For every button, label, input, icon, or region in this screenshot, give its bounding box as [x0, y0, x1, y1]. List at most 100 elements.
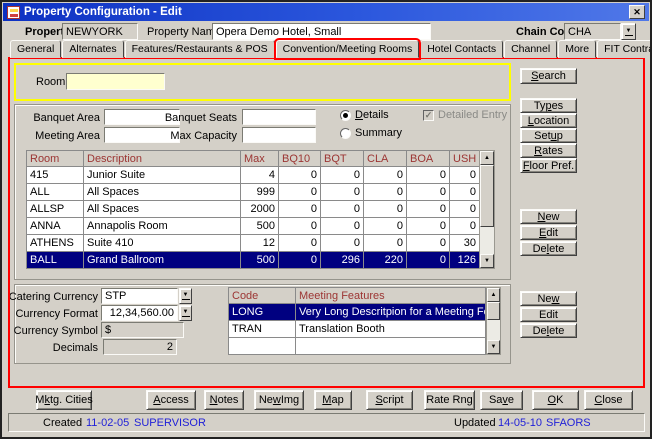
- details-radio[interactable]: Details: [340, 109, 389, 121]
- mktg-cities-button[interactable]: Mktg. Cities: [36, 390, 92, 410]
- cell-code: [229, 338, 296, 355]
- cell-feature: Translation Booth: [296, 321, 486, 338]
- features-new-button[interactable]: New: [520, 291, 577, 306]
- updated-date: 14-05-10: [498, 417, 542, 429]
- setup-button[interactable]: Setup: [520, 128, 577, 143]
- location-button[interactable]: Location: [520, 113, 577, 128]
- cell-room: ATHENS: [27, 235, 84, 252]
- cell-cla: 0: [364, 184, 407, 201]
- cell-ush: 126: [450, 252, 480, 269]
- scroll-down-icon[interactable]: ▼: [487, 340, 500, 354]
- details-radio-label: Details: [355, 109, 389, 121]
- rate-rng-button[interactable]: Rate Rng: [424, 390, 475, 410]
- close-button[interactable]: Close: [584, 390, 633, 410]
- table-row[interactable]: ALL All Spaces 999 0 0 0 0 0: [27, 184, 480, 201]
- notes-button[interactable]: Notes: [204, 390, 244, 410]
- table-row[interactable]: ALLSP All Spaces 2000 0 0 0 0 0: [27, 201, 480, 218]
- cell-bqt: 296: [321, 252, 364, 269]
- catering-currency-label: Catering Currency: [8, 291, 98, 304]
- tab-general[interactable]: General: [10, 40, 61, 58]
- table-row-selected[interactable]: BALL Grand Ballroom 500 0 296 220 0 126: [27, 252, 480, 269]
- chain-code-field[interactable]: [564, 23, 621, 40]
- save-button[interactable]: Save: [480, 390, 523, 410]
- cell-boa: 0: [407, 218, 450, 235]
- features-table-scrollbar[interactable]: ▲ ▼: [486, 287, 501, 355]
- detailed-entry-label: Detailed Entry: [438, 109, 507, 121]
- cell-bq10: 0: [279, 201, 321, 218]
- max-capacity-field[interactable]: [242, 127, 316, 143]
- cell-ush: 30: [450, 235, 480, 252]
- currency-symbol-field: [101, 322, 184, 338]
- updated-label: Updated: [454, 417, 496, 429]
- rates-button[interactable]: Rates: [520, 143, 577, 158]
- banquet-area-label: Banquet Area: [14, 112, 100, 125]
- map-button[interactable]: Map: [314, 390, 352, 410]
- cell-room: BALL: [27, 252, 84, 269]
- tab-fit-contracts[interactable]: FIT Contracts: [597, 40, 652, 58]
- col-header-cla: CLA: [364, 151, 407, 167]
- table-row[interactable]: ATHENS Suite 410 12 0 0 0 0 30: [27, 235, 480, 252]
- cell-boa: 0: [407, 201, 450, 218]
- floor-pref-button[interactable]: Floor Pref.: [520, 158, 577, 173]
- cell-feature: [296, 338, 486, 355]
- features-delete-button[interactable]: Delete: [520, 323, 577, 338]
- currency-format-field[interactable]: [101, 305, 178, 321]
- cell-ush: 0: [450, 167, 480, 184]
- cell-max: 999: [241, 184, 279, 201]
- cell-max: 500: [241, 218, 279, 235]
- meeting-features-table: Code Meeting Features LONG Very Long Des…: [228, 287, 486, 355]
- table-row-selected[interactable]: LONG Very Long Descritpion for a Meeting…: [229, 304, 486, 321]
- currency-format-lov-button[interactable]: ▼: [179, 305, 192, 321]
- cell-room: ALL: [27, 184, 84, 201]
- table-row[interactable]: TRAN Translation Booth: [229, 321, 486, 338]
- close-icon[interactable]: ✕: [629, 5, 645, 19]
- rooms-new-button[interactable]: New: [520, 209, 577, 224]
- scrollbar-thumb[interactable]: [480, 165, 494, 227]
- features-edit-button[interactable]: Edit: [520, 307, 577, 322]
- cell-max: 2000: [241, 201, 279, 218]
- table-row[interactable]: [229, 338, 486, 355]
- table-row[interactable]: ANNA Annapolis Room 500 0 0 0 0 0: [27, 218, 480, 235]
- tab-features-restaurants-pos[interactable]: Features/Restaurants & POS: [125, 40, 275, 58]
- cell-max: 12: [241, 235, 279, 252]
- chain-code-lov-button[interactable]: ▼: [621, 23, 636, 40]
- col-header-boa: BOA: [407, 151, 450, 167]
- tab-convention-meeting-rooms[interactable]: Convention/Meeting Rooms: [276, 40, 420, 58]
- lov-arrow-icon: ▼: [182, 309, 190, 317]
- rooms-delete-button[interactable]: Delete: [520, 241, 577, 256]
- scroll-up-icon[interactable]: ▲: [487, 288, 500, 302]
- app-icon: [7, 6, 20, 19]
- room-search-input[interactable]: [66, 73, 165, 90]
- scroll-down-icon[interactable]: ▼: [480, 254, 494, 268]
- property-name-field[interactable]: [212, 23, 431, 40]
- tab-more[interactable]: More: [558, 40, 596, 58]
- rooms-table-scrollbar[interactable]: ▲ ▼: [479, 150, 495, 269]
- summary-radio[interactable]: Summary: [340, 127, 402, 139]
- new-img-button[interactable]: New Img: [254, 390, 304, 410]
- catering-currency-field[interactable]: [101, 288, 178, 304]
- cell-ush: 0: [450, 201, 480, 218]
- cell-bqt: 0: [321, 184, 364, 201]
- max-capacity-label: Max Capacity: [150, 130, 237, 143]
- search-button[interactable]: Search: [520, 68, 577, 84]
- tab-alternates[interactable]: Alternates: [62, 40, 123, 58]
- cell-description: Junior Suite: [84, 167, 241, 184]
- table-row[interactable]: 415 Junior Suite 4 0 0 0 0 0: [27, 167, 480, 184]
- scroll-up-icon[interactable]: ▲: [480, 151, 494, 165]
- rooms-edit-button[interactable]: Edit: [520, 225, 577, 240]
- banquet-seats-field[interactable]: [242, 109, 316, 125]
- ok-button[interactable]: OK: [532, 390, 579, 410]
- cell-description: All Spaces: [84, 184, 241, 201]
- col-header-code: Code: [229, 288, 296, 304]
- tab-hotel-contacts[interactable]: Hotel Contacts: [420, 40, 503, 58]
- tab-channel[interactable]: Channel: [504, 40, 557, 58]
- cell-max: 4: [241, 167, 279, 184]
- property-field[interactable]: [62, 23, 138, 40]
- scrollbar-thumb[interactable]: [487, 302, 500, 320]
- access-button[interactable]: Access: [146, 390, 196, 410]
- cell-cla: 0: [364, 201, 407, 218]
- catering-currency-lov-button[interactable]: ▼: [179, 288, 192, 304]
- script-button[interactable]: Script: [366, 390, 413, 410]
- types-button[interactable]: Types: [520, 98, 577, 113]
- cell-cla: 220: [364, 252, 407, 269]
